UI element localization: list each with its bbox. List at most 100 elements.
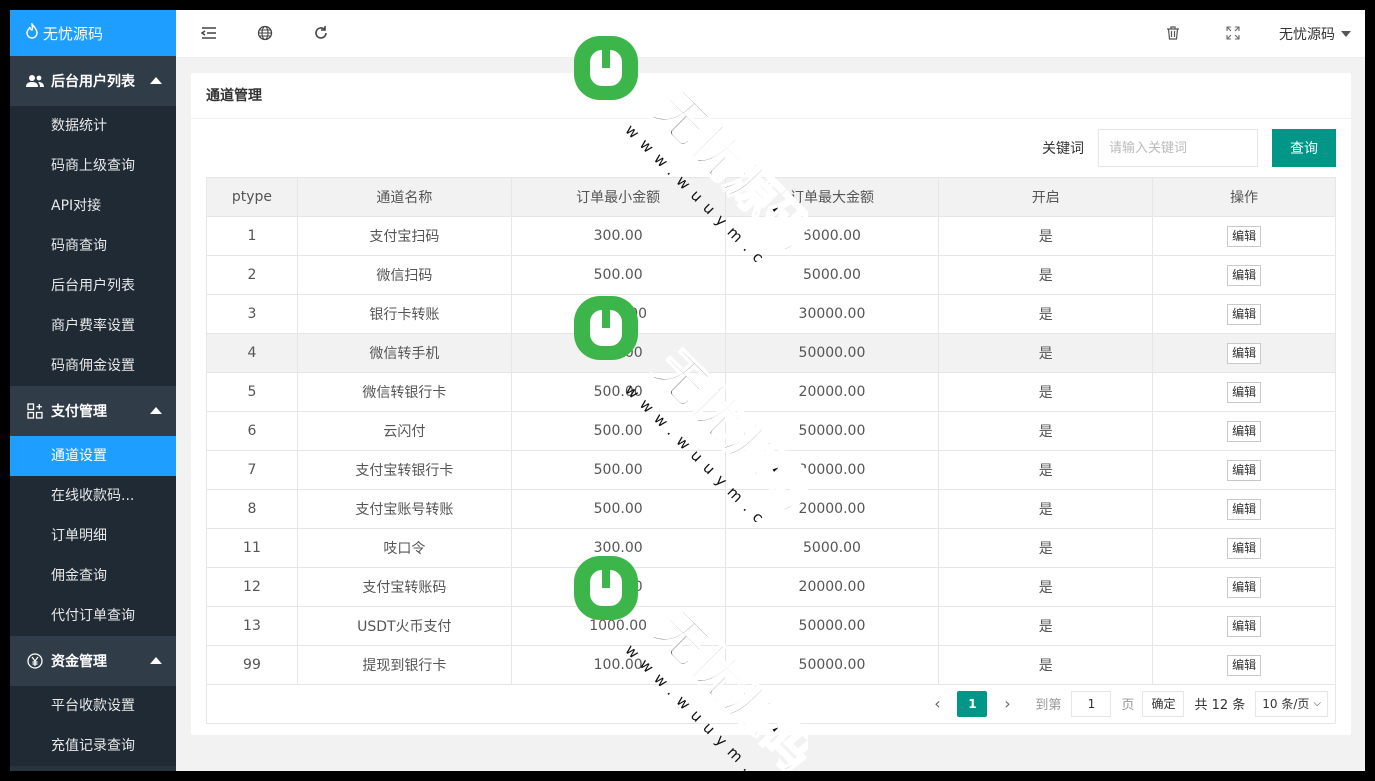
edit-button[interactable]: 编辑 [1227,576,1262,598]
nav-submenu: 平台收款设置 充值记录查询 [10,686,176,766]
sidebar-item[interactable]: 代付订单查询 [10,596,176,636]
fullscreen-icon[interactable] [1224,24,1242,42]
table-row[interactable]: 5 微信转银行卡 500.00 20000.00 是 编辑 [206,372,1336,412]
edit-button[interactable]: 编辑 [1227,264,1262,286]
table-row[interactable]: 7 支付宝转银行卡 500.00 20000.00 是 编辑 [206,450,1336,490]
table-cell: 是 [938,567,1154,607]
nav-group-title: 支付管理 [51,404,107,420]
table-cell: 是 [938,372,1154,412]
refresh-icon[interactable] [312,24,330,42]
sidebar-item[interactable]: API对接 [10,186,176,226]
menu-fold-icon[interactable] [200,24,218,42]
column-header[interactable]: 通道名称 [296,177,512,217]
table-cell: 100.00 [510,645,726,685]
table-cell: 支付宝转账码 [296,567,512,607]
table-body: 1 支付宝扫码 300.00 5000.00 是编辑 2 微信扫码 500.00 5000.00… [206,216,1336,685]
column-header[interactable]: 订单最大金额 [724,177,940,217]
edit-button[interactable]: 编辑 [1227,381,1262,403]
sidebar-item[interactable]: 商户费率设置 [10,306,176,346]
logo-text: 无忧源码 [43,24,104,43]
user-name: 无忧源码 [1279,27,1335,43]
edit-button[interactable]: 编辑 [1227,303,1262,325]
table-row[interactable]: 12 支付宝转账码 500.00 20000.00 是 编辑 [206,567,1336,607]
sidebar-item[interactable]: 码商佣金设置 [10,346,176,386]
edit-button[interactable]: 编辑 [1227,342,1262,364]
table-cell: 500.00 [510,255,726,295]
sidebar-item[interactable]: 在线收款码... [10,476,176,516]
table-cell: 20000.00 [724,372,940,412]
sidebar-item[interactable]: 数据统计 [10,106,176,146]
table-cell: 20000.00 [724,450,940,490]
table-row[interactable]: 6 云闪付 500.00 50000.00 是 编辑 [206,411,1336,451]
keyword-input[interactable] [1098,129,1258,167]
table-row[interactable]: 1 支付宝扫码 300.00 5000.00 是 编辑 [206,216,1336,256]
table-cell: 是 [938,450,1154,490]
channel-card: 通道管理 关键词 查询 ptype通道名称订单最小金额订单最大金额开启操作 1支… [191,73,1351,735]
nav-group-title: 后台用户列表 [51,74,135,90]
action-cell: 编辑 [1152,606,1336,646]
edit-button[interactable]: 编辑 [1227,498,1262,520]
table-cell: 2 [206,255,298,295]
column-header[interactable]: 操作 [1152,177,1336,217]
table-row[interactable]: 2 微信扫码 500.00 5000.00 是 编辑 [206,255,1336,295]
sidebar-item[interactable]: 订单明细 [10,516,176,556]
table-row[interactable]: 11 吱口令 300.00 5000.00 是 编辑 [206,528,1336,568]
edit-button[interactable]: 编辑 [1227,615,1262,637]
column-header[interactable]: 订单最小金额 [510,177,726,217]
table-cell: 是 [938,216,1154,256]
table-cell: 30000.00 [724,294,940,334]
nav-group-1[interactable]: 支付管理 [10,386,176,436]
table-cell: 银行卡转账 [296,294,512,334]
table-cell: 50000.00 [724,606,940,646]
action-cell: 编辑 [1152,645,1336,685]
action-cell: 编辑 [1152,255,1336,295]
nav-group-2[interactable]: 资金管理 [10,636,176,686]
sidebar-item[interactable]: 充值记录查询 [10,726,176,766]
table-cell: 是 [938,294,1154,334]
user-menu[interactable]: 无忧源码 [1279,24,1351,44]
table-row[interactable]: 8 支付宝账号转账 500.00 20000.00 是 编辑 [206,489,1336,529]
table-cell: 3 [206,294,298,334]
trash-icon[interactable] [1164,24,1182,42]
sidebar-item[interactable]: 后台用户列表 [10,266,176,306]
table-cell: 是 [938,606,1154,646]
sidebar-item[interactable]: 通道设置 [10,436,176,476]
table-cell: 4 [206,333,298,373]
edit-button[interactable]: 编辑 [1227,420,1262,442]
column-header[interactable]: 开启 [938,177,1154,217]
sidebar-item[interactable]: 平台收款设置 [10,686,176,726]
table-row[interactable]: 4 微信转手机 500.00 50000.00 是 编辑 [206,333,1336,373]
table-cell: 11 [206,528,298,568]
channel-table: ptype 通道名称 订单最小金额 订单最大金额 开启 操作 1 支付宝扫码 300.00 50… [206,177,1336,685]
globe-icon[interactable] [256,24,274,42]
page-size-select[interactable]: 10 条/页 ⌵ [1255,690,1328,717]
action-cell: 编辑 [1152,333,1336,373]
table-row[interactable]: 13 USDT火币支付 1000.00 50000.00 是 编辑 [206,606,1336,646]
edit-button[interactable]: 编辑 [1227,225,1262,247]
query-button[interactable]: 查询 [1272,129,1336,167]
next-page-icon[interactable]: › [997,694,1017,713]
current-page[interactable]: 1 [957,690,988,717]
edit-button[interactable]: 编辑 [1227,459,1262,481]
table-cell: 500.00 [510,372,726,412]
sidebar-item[interactable]: 码商上级查询 [10,146,176,186]
table-row[interactable]: 3 银行卡转账 1000.00 30000.00 是 编辑 [206,294,1336,334]
sidebar-item[interactable]: 佣金查询 [10,556,176,596]
goto-page-input[interactable]: 1 [1071,690,1112,717]
table-cell: 20000.00 [724,567,940,607]
edit-button[interactable]: 编辑 [1227,537,1262,559]
nav-group-0[interactable]: 后台用户列表 [10,56,176,106]
table-cell: 支付宝账号转账 [296,489,512,529]
edit-button[interactable]: 编辑 [1227,654,1262,676]
table-row[interactable]: 99 提现到银行卡 100.00 50000.00 是 编辑 [206,645,1336,685]
logo[interactable]: 无忧源码 [10,10,176,56]
table-cell: 500.00 [510,489,726,529]
table-cell: 1000.00 [510,294,726,334]
caret-down-icon [1341,31,1351,37]
table-cell: 是 [938,411,1154,451]
top-header: 无忧源码 [176,10,1365,58]
goto-confirm-button[interactable]: 确定 [1142,690,1185,717]
column-header[interactable]: ptype [206,177,298,217]
sidebar-item[interactable]: 码商查询 [10,226,176,266]
prev-page-icon[interactable]: ‹ [927,694,947,713]
